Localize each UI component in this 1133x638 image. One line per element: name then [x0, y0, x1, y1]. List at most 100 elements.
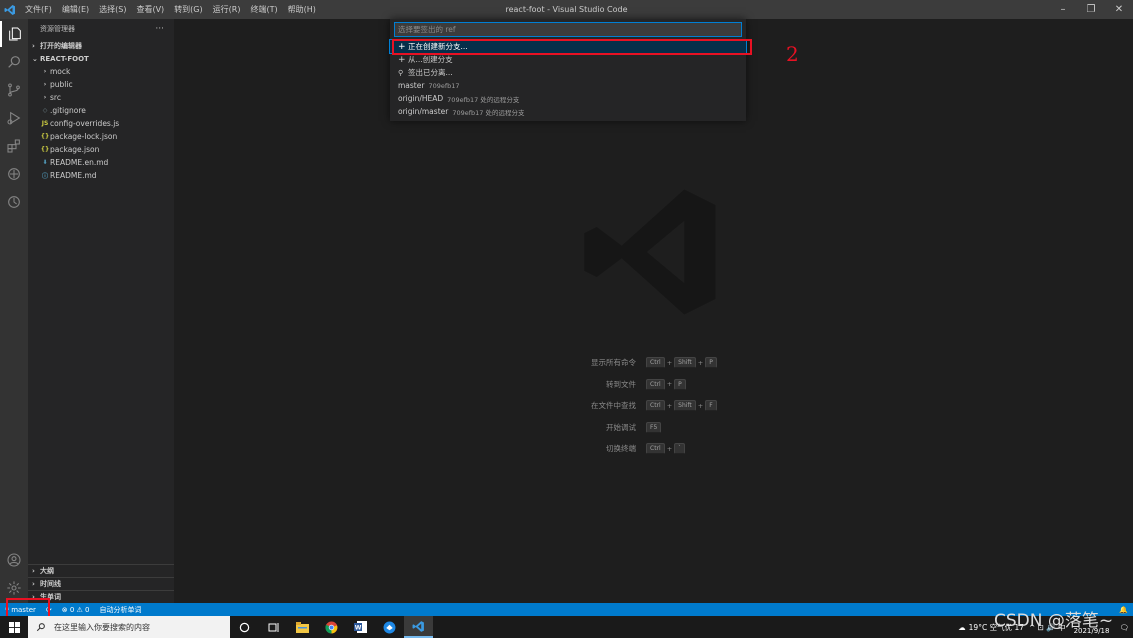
shortcut-hints: 显示所有命令 Ctrl + Shift + P 转到文件 Ctrl + P 在文件中查…: [564, 352, 864, 460]
key-cap: Ctrl: [646, 378, 665, 390]
menu-edit[interactable]: 编辑(E): [57, 0, 94, 19]
explorer-icon[interactable]: [0, 21, 28, 47]
sync-button[interactable]: ⟳: [41, 606, 57, 614]
extensions-icon[interactable]: [0, 133, 28, 159]
option-label: 正在创建新分支...: [408, 42, 468, 51]
menu-view[interactable]: 查看(V): [131, 0, 169, 19]
words-section[interactable]: › 生单词: [28, 590, 174, 603]
branch-option-origin-head[interactable]: origin/HEAD 709efb17 处的远程分支: [390, 92, 746, 105]
key-cap: F5: [646, 421, 662, 433]
checkout-detached-option[interactable]: ⚲ 签出已分离...: [390, 66, 746, 79]
notifications-bell-icon[interactable]: 🔔: [1114, 606, 1133, 614]
cortana-icon[interactable]: [230, 616, 259, 638]
vscode-logo-icon[interactable]: [0, 0, 20, 19]
weather-text[interactable]: 19°C 空气优 17: [969, 622, 1024, 633]
minimize-button[interactable]: –: [1049, 0, 1077, 19]
detach-icon: ⚲: [398, 68, 404, 77]
window-controls: – ❐ ✕: [1049, 0, 1133, 19]
gear-icon[interactable]: [0, 575, 28, 601]
file-item-package[interactable]: {} package.json: [28, 143, 174, 156]
close-button[interactable]: ✕: [1105, 0, 1133, 19]
folder-item-src[interactable]: › src: [28, 91, 174, 104]
chrome-icon[interactable]: [317, 616, 346, 638]
chevron-right-icon: ›: [43, 68, 47, 75]
key-cap: Ctrl: [646, 443, 665, 455]
search-icon[interactable]: [0, 49, 28, 75]
vscode-watermark-icon: [578, 177, 728, 329]
clock[interactable]: 2021/9/18: [1068, 618, 1116, 636]
outline-section[interactable]: › 大纲: [28, 564, 174, 577]
menu-run[interactable]: 运行(R): [208, 0, 246, 19]
create-branch-from-option[interactable]: + 从...创建分支: [390, 53, 746, 66]
folder-item-mock[interactable]: › mock: [28, 65, 174, 78]
notification-center-icon[interactable]: 🗨: [1115, 623, 1133, 632]
option-label: 签出已分离...: [408, 68, 453, 77]
branch-name: master: [11, 605, 36, 614]
ref-search-input[interactable]: 选择要签出的 ref: [394, 22, 742, 37]
menu-selection[interactable]: 选择(S): [94, 0, 131, 19]
chevron-right-icon: ›: [32, 41, 35, 50]
menu-go[interactable]: 转到(G): [169, 0, 207, 19]
branch-option-origin-master[interactable]: origin/master 709efb17 处的远程分支: [390, 105, 746, 118]
folder-item-public[interactable]: › public: [28, 78, 174, 91]
key-cap: P: [705, 357, 717, 369]
shortcut-label: 显示所有命令: [591, 358, 636, 368]
file-label: .gitignore: [50, 106, 86, 115]
word-analysis-status[interactable]: 自动分析单词: [95, 605, 147, 615]
key-cap: Ctrl: [646, 357, 665, 369]
vscode-taskbar-icon[interactable]: [404, 616, 433, 638]
more-actions-button[interactable]: ···: [155, 24, 164, 34]
file-item-config-overrides[interactable]: JS config-overrides.js: [28, 117, 174, 130]
option-description: 709efb17 处的远程分支: [452, 108, 525, 117]
shortcut-row: 在文件中查找 Ctrl + Shift + F: [564, 395, 864, 417]
shortcut-label: 开始调试: [606, 422, 636, 432]
weather-icon: ☁: [958, 622, 966, 632]
menu-bar: 文件(F) 编辑(E) 选择(S) 查看(V) 转到(G) 运行(R) 终端(T…: [20, 0, 321, 19]
taskbar-search-input[interactable]: 在这里输入你要搜索的内容: [28, 616, 230, 638]
tray-icons[interactable]: ^ ⊡ 🔊 中: [1029, 622, 1066, 633]
key-cap: Shift: [674, 400, 696, 412]
file-item-readme[interactable]: ⓘ README.md: [28, 169, 174, 182]
windows-start-icon[interactable]: [0, 616, 28, 638]
timeline-extension-icon[interactable]: [0, 189, 28, 215]
chevron-right-icon: ›: [43, 94, 47, 101]
search-icon: [36, 623, 45, 632]
project-section[interactable]: ⌄ REACT-FOOT: [28, 52, 174, 65]
menu-help[interactable]: 帮助(H): [283, 0, 321, 19]
option-label: master: [398, 81, 425, 90]
outline-label: 大纲: [40, 567, 54, 575]
maximize-button[interactable]: ❐: [1077, 0, 1105, 19]
account-icon[interactable]: [0, 547, 28, 573]
markdown-file-icon: ⬇: [42, 159, 48, 166]
shortcut-label: 切换终端: [606, 444, 636, 454]
file-explorer-icon[interactable]: [288, 616, 317, 638]
system-tray: ☁ 19°C 空气优 17 ^ ⊡ 🔊 中 2021/9/18 🗨: [958, 616, 1133, 638]
source-control-icon[interactable]: [0, 77, 28, 103]
menu-terminal[interactable]: 终端(T): [245, 0, 282, 19]
explorer-sidebar: 资源管理器 ··· › 打开的编辑器 ⌄ REACT-FOOT › mock ›…: [28, 19, 174, 603]
create-branch-option[interactable]: + 正在创建新分支...: [389, 39, 747, 54]
timeline-section[interactable]: › 时间线: [28, 577, 174, 590]
chevron-right-icon: ›: [32, 567, 35, 575]
file-item-gitignore[interactable]: ◇ .gitignore: [28, 104, 174, 117]
remote-explorer-icon[interactable]: [0, 161, 28, 187]
pinned-app-icon[interactable]: [375, 616, 404, 638]
word-icon[interactable]: W: [346, 616, 375, 638]
shortcut-row: 转到文件 Ctrl + P: [564, 374, 864, 396]
menu-file[interactable]: 文件(F): [20, 0, 57, 19]
search-placeholder: 在这里输入你要搜索的内容: [54, 622, 150, 632]
file-label: config-overrides.js: [50, 119, 120, 128]
quick-pick-list: + 正在创建新分支... + 从...创建分支 ⚲ 签出已分离... maste…: [389, 39, 747, 118]
run-debug-icon[interactable]: [0, 105, 28, 131]
activity-bar: [0, 19, 28, 603]
info-file-icon: ⓘ: [41, 173, 48, 180]
file-item-package-lock[interactable]: {} package-lock.json: [28, 130, 174, 143]
open-editors-section[interactable]: › 打开的编辑器: [28, 39, 174, 52]
option-description: 709efb17: [428, 81, 460, 90]
branch-option-master[interactable]: master 709efb17: [390, 79, 746, 92]
file-item-readme-en[interactable]: ⬇ README.en.md: [28, 156, 174, 169]
branch-status[interactable]: ⑂ master: [0, 606, 41, 614]
problems-status[interactable]: ⊗ 0 ⚠ 0: [57, 606, 95, 614]
annotation-number: 2: [786, 42, 799, 66]
task-view-icon[interactable]: [259, 616, 288, 638]
